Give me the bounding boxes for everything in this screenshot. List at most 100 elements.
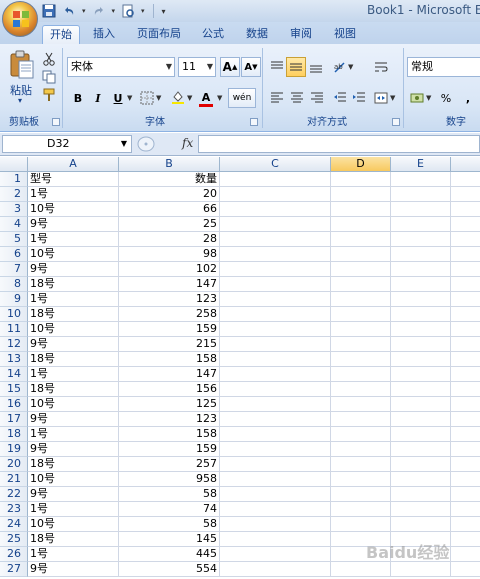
cell-a[interactable]: 10号 (28, 517, 119, 532)
row-header[interactable]: 18 (0, 427, 28, 442)
cell-e[interactable] (391, 187, 451, 202)
cell-a[interactable]: 9号 (28, 412, 119, 427)
cell-a[interactable]: 18号 (28, 457, 119, 472)
shrink-font-button[interactable]: A ▼ (241, 57, 261, 77)
row-header[interactable]: 14 (0, 367, 28, 382)
cell-f[interactable] (451, 232, 480, 247)
cell-d[interactable] (331, 382, 391, 397)
cell-b[interactable]: 66 (119, 202, 220, 217)
cell-e[interactable] (391, 502, 451, 517)
row-header[interactable]: 22 (0, 487, 28, 502)
cell-d[interactable] (331, 427, 391, 442)
cell-f[interactable] (451, 172, 480, 187)
cell-f[interactable] (451, 187, 480, 202)
cell-c[interactable] (220, 322, 331, 337)
cell-c[interactable] (220, 562, 331, 577)
cell-f[interactable] (451, 397, 480, 412)
cell-e[interactable] (391, 232, 451, 247)
row-header[interactable]: 8 (0, 277, 28, 292)
font-size-combo[interactable]: 11 ▼ (178, 57, 216, 77)
cell-a[interactable]: 1号 (28, 502, 119, 517)
cell-f[interactable] (451, 262, 480, 277)
cell-e[interactable] (391, 202, 451, 217)
row-header[interactable]: 1 (0, 172, 28, 187)
align-middle-button[interactable] (286, 57, 306, 77)
cell-b[interactable]: 958 (119, 472, 220, 487)
row-header[interactable]: 26 (0, 547, 28, 562)
cell-f[interactable] (451, 307, 480, 322)
cell-c[interactable] (220, 292, 331, 307)
cell-e[interactable] (391, 322, 451, 337)
fill-color-icon[interactable] (171, 90, 185, 104)
cell-a[interactable]: 10号 (28, 322, 119, 337)
cell-b[interactable]: 258 (119, 307, 220, 322)
copy-icon[interactable] (42, 70, 56, 84)
cell-c[interactable] (220, 547, 331, 562)
cell-c[interactable] (220, 532, 331, 547)
borders-icon[interactable] (140, 91, 154, 105)
wrap-text-icon[interactable] (374, 60, 388, 74)
decrease-indent-icon[interactable] (333, 91, 347, 105)
cell-b[interactable]: 156 (119, 382, 220, 397)
cell-a[interactable]: 18号 (28, 307, 119, 322)
cell-d[interactable] (331, 352, 391, 367)
accounting-format-icon[interactable] (410, 91, 424, 105)
column-header-d[interactable]: D (331, 157, 391, 172)
cell-c[interactable] (220, 427, 331, 442)
cell-a[interactable]: 18号 (28, 532, 119, 547)
cell-f[interactable] (451, 247, 480, 262)
align-left-icon[interactable] (270, 91, 284, 105)
cell-c[interactable] (220, 502, 331, 517)
cell-b[interactable]: 58 (119, 487, 220, 502)
cell-d[interactable] (331, 187, 391, 202)
row-header[interactable]: 3 (0, 202, 28, 217)
cell-c[interactable] (220, 397, 331, 412)
align-bottom-icon[interactable] (309, 60, 323, 74)
cell-e[interactable] (391, 397, 451, 412)
cell-a[interactable]: 9号 (28, 487, 119, 502)
align-top-icon[interactable] (270, 60, 284, 74)
cell-b[interactable]: 554 (119, 562, 220, 577)
cell-f[interactable] (451, 487, 480, 502)
cell-f[interactable] (451, 472, 480, 487)
cell-a[interactable]: 1号 (28, 367, 119, 382)
formula-input[interactable] (198, 135, 480, 153)
row-header[interactable]: 17 (0, 412, 28, 427)
row-header[interactable]: 7 (0, 262, 28, 277)
fill-color-dropdown-icon[interactable]: ▼ (187, 94, 192, 102)
cell-b[interactable]: 20 (119, 187, 220, 202)
cell-d[interactable] (331, 487, 391, 502)
cell-d[interactable] (331, 412, 391, 427)
row-header[interactable]: 23 (0, 502, 28, 517)
cell-a[interactable]: 9号 (28, 262, 119, 277)
paste-icon[interactable] (8, 50, 36, 80)
print-preview-icon[interactable] (121, 4, 135, 18)
cell-c[interactable] (220, 457, 331, 472)
cell-b[interactable]: 74 (119, 502, 220, 517)
cell-c[interactable] (220, 352, 331, 367)
cell-b[interactable]: 158 (119, 352, 220, 367)
italic-button[interactable]: I (88, 88, 108, 108)
cell-e[interactable] (391, 382, 451, 397)
grow-font-button[interactable]: A ▲ (220, 57, 240, 77)
cell-b[interactable]: 102 (119, 262, 220, 277)
row-header[interactable]: 21 (0, 472, 28, 487)
cell-d[interactable] (331, 517, 391, 532)
cell-e[interactable] (391, 472, 451, 487)
cell-a[interactable]: 9号 (28, 217, 119, 232)
cell-b[interactable]: 257 (119, 457, 220, 472)
cell-e[interactable] (391, 562, 451, 577)
underline-button[interactable]: U (108, 88, 128, 108)
cell-c[interactable] (220, 382, 331, 397)
text-orientation-dropdown-icon[interactable]: ▼ (348, 63, 353, 71)
cell-e[interactable] (391, 367, 451, 382)
tab-home[interactable]: 开始 (42, 25, 80, 44)
cell-b[interactable]: 123 (119, 292, 220, 307)
cell-d[interactable] (331, 322, 391, 337)
clipboard-dialog-launcher[interactable] (52, 118, 60, 126)
font-dialog-launcher[interactable] (250, 118, 258, 126)
cell-b[interactable]: 159 (119, 442, 220, 457)
cell-d[interactable] (331, 442, 391, 457)
cell-a[interactable]: 1号 (28, 427, 119, 442)
cell-a[interactable]: 10号 (28, 397, 119, 412)
